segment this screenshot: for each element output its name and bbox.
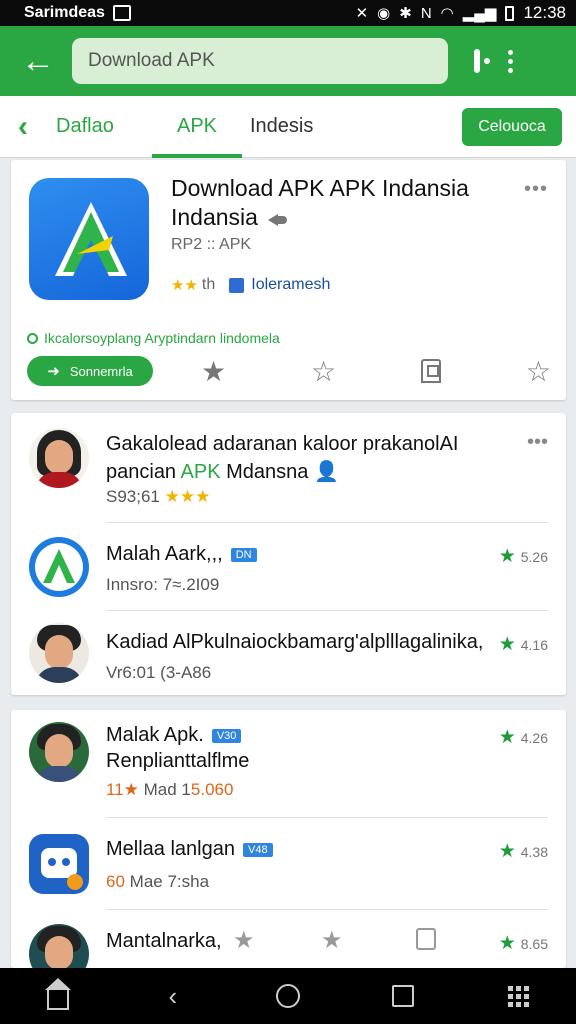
clock: 12:38 (523, 3, 566, 22)
app-logo-icon (29, 537, 89, 597)
wifi-icon: ◠ (440, 5, 454, 22)
home-icon[interactable] (44, 978, 71, 1010)
avatar (29, 722, 89, 782)
list-item[interactable]: Gakalolead adaranan kaloor prakanolAI pa… (11, 413, 566, 523)
version-tag: V48 (242, 842, 273, 857)
list-item-meta: Vr6:01 (3-A86 (106, 663, 212, 682)
list-item-meta: 11★ Mad 15.060 (106, 780, 234, 799)
avatar (29, 428, 89, 488)
rating-stars-icon: ★★★ (164, 487, 211, 506)
more-options-icon[interactable] (500, 46, 520, 76)
alarm-icon: ◉ (377, 5, 391, 22)
avatar (29, 623, 89, 683)
bookmark-icon[interactable] (416, 928, 436, 950)
list-item-score: ★ 4.38 (498, 841, 548, 862)
info-dot-icon (27, 332, 38, 344)
app-list-card-2: Malak Apk. V30 Renplianttalflme 11★ Mad 1… (11, 710, 566, 984)
back-arrow-icon[interactable]: ← (10, 33, 66, 89)
version-tag: V30 (211, 728, 242, 743)
arrow-right-icon: ➜ (47, 363, 60, 380)
list-item[interactable]: Malak Apk. V30 Renplianttalflme 11★ Mad 1… (11, 710, 566, 818)
tab-daflao[interactable]: Daflao (56, 96, 152, 158)
favorite-outline-icon[interactable]: ☆ (526, 355, 551, 388)
signal-icon: ▂▄▆ (462, 5, 497, 22)
featured-app-subtitle: RP2 :: APK (171, 236, 252, 253)
home-circle-icon[interactable] (275, 983, 301, 1009)
list-item-meta: S93;61 ★★★ (106, 487, 211, 506)
app-logo-icon (29, 178, 149, 300)
list-item-score: ★ 4.16 (498, 634, 548, 655)
star-icon: ★ (498, 933, 516, 954)
star-icon: ★ (498, 841, 516, 862)
list-item-meta: 60 Mae 7:sha (106, 872, 210, 891)
list-item-title: Kadiad AlPkulnaiockbamarg'alplllagalinik… (106, 631, 484, 653)
status-bar: Sarimdeas ✕ ◉ ✱ N ◠ ▂▄▆ 12:38 (0, 0, 576, 26)
list-item[interactable]: Mantalnarka, ★ ★ ★ 8.65 (11, 910, 566, 984)
nfc-icon: N (420, 4, 432, 22)
rating-stars-icon: ★★ (171, 277, 198, 294)
list-item-score: ★ 8.65 (498, 933, 548, 954)
app-list-card-1: ••• Gakalolead adaranan kaloor prakanolA… (11, 413, 566, 695)
share-icon[interactable] (267, 212, 288, 226)
featured-app-card: Download APK APK Indansia Indansia ••• R… (11, 160, 566, 400)
star-icon: ★ (498, 727, 516, 748)
list-item-title: Gakalolead adaranan kaloor prakanolAI (106, 433, 459, 455)
featured-app-rating: ★★ th Ioleramesh (171, 276, 330, 294)
developer-name[interactable]: Ioleramesh (251, 276, 330, 294)
list-item-title: Mellaa lanlgan V48 (106, 838, 273, 861)
featured-app-description: Ikcalorsoyplang Aryptindarn lindomela (27, 330, 280, 346)
notification-icon (112, 5, 131, 21)
list-item-score: ★ 4.26 (498, 727, 548, 748)
recents-icon[interactable] (390, 983, 416, 1009)
bluetooth-icon: ✱ (399, 5, 412, 22)
rating-suffix: th (201, 276, 216, 293)
featured-app-title: Download APK APK Indansia Indansia (171, 175, 469, 230)
user-icon: 👤 (313, 461, 339, 483)
tabbar-action-button[interactable]: Celouoca (462, 107, 562, 146)
star-outline-icon[interactable]: ☆ (311, 355, 336, 388)
star-filled-icon[interactable]: ★ (201, 355, 226, 388)
list-item-meta: Innsro: 7≈.2I09 (106, 575, 220, 594)
version-tag: DN (230, 547, 257, 562)
list-item[interactable]: Kadiad AlPkulnaiockbamarg'alplllagalinik… (11, 611, 566, 695)
list-item-title: Malah Aark,,, DN (106, 543, 257, 566)
star-icon: ★ (123, 780, 139, 799)
tab-indesis[interactable]: Indesis (242, 96, 342, 158)
install-button[interactable]: ➜ Sonnemrla (27, 356, 153, 386)
list-item-title: Malak Apk. V30 (106, 724, 242, 747)
chat-icon[interactable] (448, 46, 490, 76)
star-icon: ★ (498, 634, 516, 655)
search-input[interactable]: Download APK (72, 38, 448, 84)
list-item-subtitle: Renplianttalflme (106, 750, 250, 772)
mute-icon: ✕ (355, 5, 369, 22)
carrier-name: Sarimdeas (24, 4, 105, 21)
tab-apk[interactable]: APK (152, 96, 242, 158)
bookmark-icon[interactable] (421, 359, 441, 383)
list-item[interactable]: Mellaa lanlgan V48 60 Mae 7:sha ★ 4.38 (11, 818, 566, 910)
battery-icon (505, 5, 515, 21)
list-item-score: ★ 5.26 (498, 546, 548, 567)
back-icon[interactable]: ‹ (160, 981, 186, 1011)
system-nav-bar: ‹ (0, 968, 576, 1024)
apps-grid-icon[interactable] (505, 983, 531, 1009)
list-item-title-line2: pancian APK Mdansna 👤 (106, 461, 339, 483)
star-icon: ★ (498, 546, 516, 567)
chevron-left-icon[interactable]: ‹ (18, 110, 58, 144)
app-toolbar: ← Download APK (0, 26, 576, 96)
list-item-title: Mantalnarka, (106, 930, 222, 952)
overflow-menu-icon[interactable]: ••• (524, 178, 548, 201)
star-outline-icon[interactable]: ★ (321, 926, 343, 955)
list-item[interactable]: Malah Aark,,, DN Innsro: 7≈.2I09 ★ 5.26 (11, 523, 566, 611)
robot-app-icon (29, 834, 89, 894)
tab-bar: ‹ Daflao APK Indesis Celouoca (0, 96, 576, 158)
star-outline-icon[interactable]: ★ (233, 926, 255, 955)
developer-badge-icon (229, 277, 245, 293)
featured-actions: ★ ☆ ☆ (201, 355, 551, 388)
